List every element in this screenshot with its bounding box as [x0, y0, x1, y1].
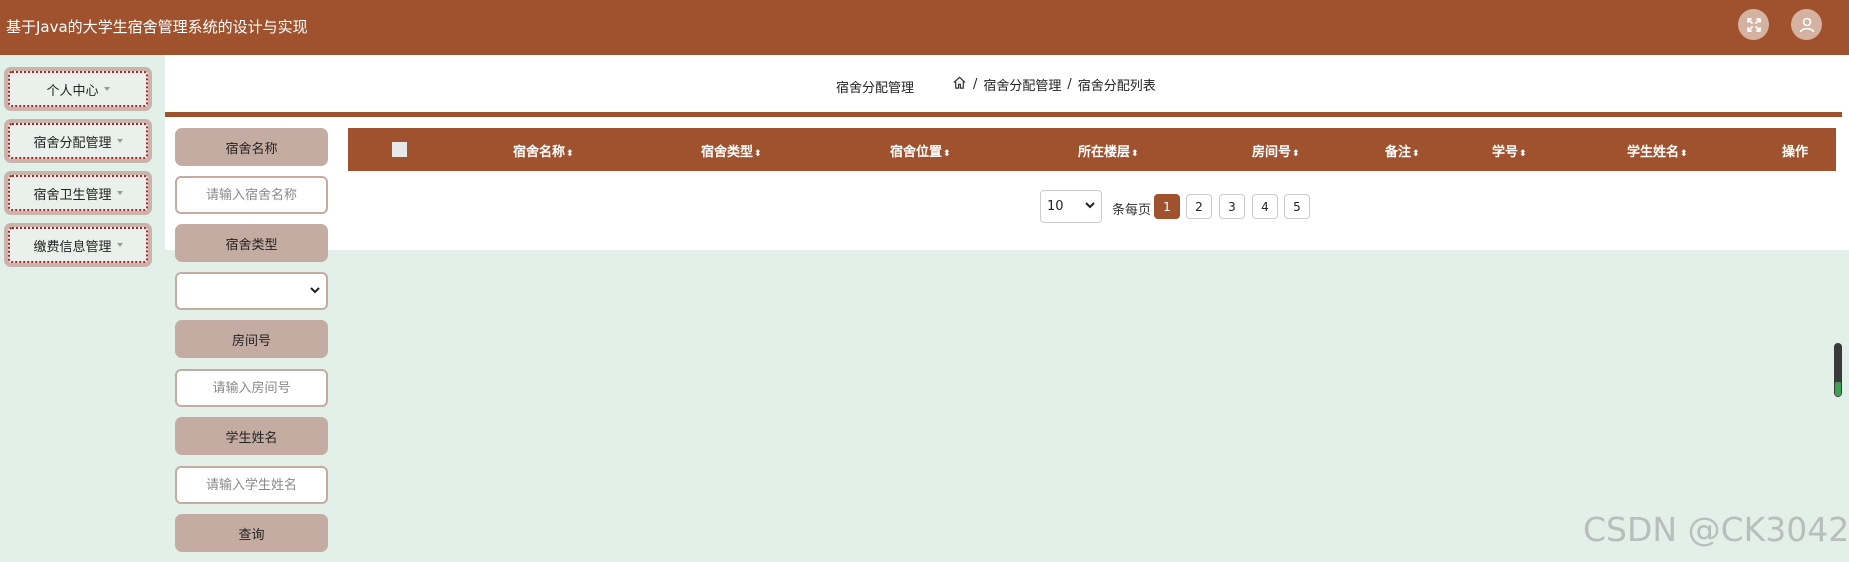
page-button-4[interactable]: 4 [1252, 194, 1278, 219]
breadcrumb-bar: 宿舍分配管理 / 宿舍分配管理 / 宿舍分配列表 [165, 55, 1849, 113]
sort-icon[interactable]: ⬍ [754, 149, 762, 159]
dorm-name-label: 宿舍名称 [175, 128, 328, 166]
sidebar-item-label: 个人中心 [46, 83, 99, 99]
dorm-type-select[interactable] [175, 272, 328, 310]
sidebar-item-label: 宿舍分配管理 [33, 135, 112, 151]
page-button-5[interactable]: 5 [1284, 194, 1310, 219]
breadcrumb-separator: / [973, 77, 978, 92]
home-icon[interactable] [952, 75, 967, 94]
sort-icon[interactable]: ⬍ [1519, 149, 1527, 159]
page-size-select[interactable]: 10 [1040, 190, 1102, 223]
caret-down-icon [103, 87, 110, 91]
column-header-dorm-type[interactable]: 宿舍类型⬍ [701, 141, 762, 160]
app-title: 基于Java的大学生宿舍管理系统的设计与实现 [6, 18, 308, 36]
caret-down-icon [116, 139, 123, 143]
sort-icon[interactable]: ⬍ [566, 149, 574, 159]
sort-icon[interactable]: ⬍ [1412, 149, 1420, 159]
room-no-input[interactable] [175, 369, 328, 407]
page-button-1[interactable]: 1 [1154, 194, 1180, 219]
sidebar-item-label: 缴费信息管理 [33, 239, 112, 255]
select-all-checkbox[interactable] [392, 142, 407, 157]
column-header-student-name[interactable]: 学生姓名⬍ [1627, 141, 1688, 160]
expand-icon[interactable] [1738, 9, 1769, 40]
column-header-floor[interactable]: 所在楼层⬍ [1078, 141, 1139, 160]
page-size-value: 10 [1047, 199, 1064, 214]
student-name-input[interactable] [175, 466, 328, 504]
breadcrumb-separator: / [1067, 77, 1072, 92]
column-header-remark[interactable]: 备注⬍ [1385, 141, 1420, 160]
column-header-dorm-name[interactable]: 宿舍名称⬍ [513, 141, 574, 160]
room-no-label: 房间号 [175, 320, 328, 358]
sort-icon[interactable]: ⬍ [943, 149, 951, 159]
column-header-dorm-location[interactable]: 宿舍位置⬍ [890, 141, 951, 160]
per-page-label: 条每页 [1112, 203, 1152, 218]
page-title: 宿舍分配管理 [836, 81, 915, 96]
top-bar: 基于Java的大学生宿舍管理系统的设计与实现 [0, 0, 1849, 55]
chevron-down-icon [1085, 201, 1095, 212]
sidebar-item-label: 宿舍卫生管理 [33, 187, 112, 203]
header-divider [165, 112, 1842, 117]
scrollbar-indicator [1835, 382, 1841, 396]
breadcrumb: / 宿舍分配管理 / 宿舍分配列表 [952, 75, 1156, 94]
sidebar-item-personal-center[interactable]: 个人中心 [4, 67, 152, 111]
column-header-student-no[interactable]: 学号⬍ [1492, 141, 1527, 160]
breadcrumb-item-dorm-allocation[interactable]: 宿舍分配管理 [983, 75, 1061, 94]
sidebar-item-dorm-allocation[interactable]: 宿舍分配管理 [4, 119, 152, 163]
sort-icon[interactable]: ⬍ [1680, 149, 1688, 159]
sort-icon[interactable]: ⬍ [1131, 149, 1139, 159]
breadcrumb-item-dorm-allocation-list: 宿舍分配列表 [1077, 79, 1156, 94]
page-button-3[interactable]: 3 [1219, 194, 1245, 219]
column-header-room-no[interactable]: 房间号⬍ [1252, 141, 1300, 160]
page-button-2[interactable]: 2 [1186, 194, 1212, 219]
column-header-actions: 操作 [1782, 145, 1809, 160]
caret-down-icon [116, 191, 123, 195]
sidebar-item-payment-info[interactable]: 缴费信息管理 [4, 223, 152, 267]
dorm-name-input[interactable] [175, 176, 328, 214]
table-header: 宿舍名称⬍ 宿舍类型⬍ 宿舍位置⬍ 所在楼层⬍ 房间号⬍ 备注⬍ 学号⬍ 学生姓… [348, 128, 1836, 171]
watermark: CSDN @CK3042 [1583, 510, 1849, 549]
caret-down-icon [116, 243, 123, 247]
student-name-label: 学生姓名 [175, 417, 328, 455]
sidebar-item-dorm-hygiene[interactable]: 宿舍卫生管理 [4, 171, 152, 215]
user-icon[interactable] [1791, 9, 1822, 40]
chevron-down-icon [310, 286, 320, 297]
sort-icon[interactable]: ⬍ [1292, 149, 1300, 159]
query-button[interactable]: 查询 [175, 514, 328, 552]
dorm-type-label: 宿舍类型 [175, 224, 328, 262]
